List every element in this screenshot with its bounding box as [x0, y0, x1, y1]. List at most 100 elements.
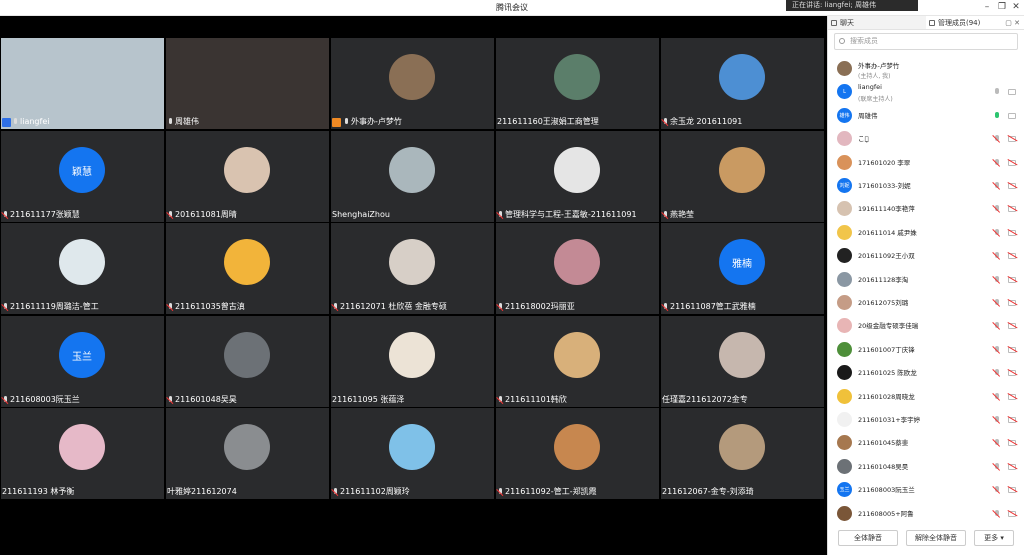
more-button[interactable]: 更多 ▾: [974, 530, 1014, 546]
member-row[interactable]: 201611092王小双: [828, 245, 1024, 268]
member-row[interactable]: 211601025 陈欧龙: [828, 362, 1024, 385]
participant-tile[interactable]: 211612067-金专-刘添琦: [661, 408, 824, 499]
member-row[interactable]: 211601007丁庆锋: [828, 339, 1024, 362]
participant-tile[interactable]: 燕艳莹: [661, 131, 824, 222]
participant-tile[interactable]: 211611193 林予衡: [1, 408, 164, 499]
camera-off-icon[interactable]: [1008, 393, 1016, 400]
mic-muted-icon[interactable]: [994, 252, 1000, 260]
member-row[interactable]: 201611014 戚尹姝: [828, 222, 1024, 245]
camera-icon[interactable]: [1008, 89, 1016, 96]
participant-avatar: [389, 332, 435, 378]
participant-tile[interactable]: 周雄伟: [166, 38, 329, 129]
participant-tile[interactable]: 211611092-管工-郑凯霞: [496, 408, 659, 499]
mic-icon: [343, 117, 350, 127]
mic-muted-icon[interactable]: [994, 345, 1000, 354]
mic-muted-icon: [167, 302, 174, 312]
camera-off-icon[interactable]: [1008, 253, 1016, 260]
mic-muted-icon[interactable]: [994, 299, 1000, 307]
participant-tile[interactable]: 余玉龙 201611091: [661, 38, 824, 129]
member-row[interactable]: 刘妮 171601033-刘妮: [828, 175, 1024, 198]
mic-muted-icon[interactable]: [994, 275, 1000, 284]
participant-tile[interactable]: 211611160王淑娟工商管理: [496, 38, 659, 129]
participant-tile[interactable]: liangfei: [1, 38, 164, 129]
mic-icon[interactable]: [994, 88, 1000, 96]
camera-off-icon[interactable]: [1008, 346, 1016, 353]
camera-off-icon[interactable]: [1008, 510, 1016, 517]
member-row[interactable]: 雄伟 周雄伟: [828, 105, 1024, 128]
member-row[interactable]: 211608005+阿鲁: [828, 503, 1024, 526]
member-row[interactable]: 211601045蔡斐: [828, 432, 1024, 455]
mic-muted-icon[interactable]: [994, 228, 1000, 237]
member-row[interactable]: 201612075刘璐: [828, 292, 1024, 315]
participant-tile[interactable]: ShenghaiZhou: [331, 131, 494, 222]
participant-tile[interactable]: 211618002玛丽亚: [496, 223, 659, 314]
mic-muted-icon[interactable]: [994, 135, 1000, 143]
member-row[interactable]: 211601031+李宇婷: [828, 409, 1024, 432]
member-row[interactable]: 20级金融专硕李佳瑞: [828, 315, 1024, 338]
participant-avatar: [554, 239, 600, 285]
member-row[interactable]: こぐ̥: [828, 128, 1024, 151]
member-avatar: L: [837, 84, 852, 100]
participant-tile[interactable]: 颖慧 211611177张颖慧: [1, 131, 164, 222]
tab-chat[interactable]: 聊天: [828, 16, 926, 29]
participant-tile[interactable]: 211601048吴昊: [166, 316, 329, 407]
member-row[interactable]: 211601048吴昊: [828, 456, 1024, 479]
camera-off-icon[interactable]: [1008, 276, 1016, 283]
mic-muted-icon[interactable]: [994, 322, 1000, 330]
unmute-all-button[interactable]: 解除全体静音: [906, 530, 966, 546]
mic-muted-icon[interactable]: [994, 392, 1000, 401]
participant-tile[interactable]: 211611035曾古滇: [166, 223, 329, 314]
participant-tile[interactable]: 任瑾嘉211612072金专: [661, 316, 824, 407]
member-row[interactable]: 171601020 李翠: [828, 152, 1024, 175]
mute-all-button[interactable]: 全体静音: [838, 530, 898, 546]
member-row[interactable]: 191611140李艳萍: [828, 198, 1024, 221]
camera-off-icon[interactable]: [1008, 229, 1016, 236]
member-row[interactable]: 201611128李淘: [828, 269, 1024, 292]
mic-muted-icon[interactable]: [994, 439, 1000, 447]
participant-tile[interactable]: 211611119周璐洁-管工: [1, 223, 164, 314]
camera-off-icon[interactable]: [1008, 417, 1016, 423]
camera-off-icon[interactable]: [1008, 183, 1016, 189]
participant-tile[interactable]: 外事办-卢梦竹: [331, 38, 494, 129]
mic-muted-icon[interactable]: [994, 462, 1000, 471]
mic-muted-icon[interactable]: [994, 158, 1000, 167]
participant-tile[interactable]: 管理科学与工程-王嘉敏-211611091: [496, 131, 659, 222]
member-row[interactable]: 外事办-卢梦竹 (主持人, 我): [828, 58, 1024, 81]
participant-tile[interactable]: 雅楠 211611087管工武雅楠: [661, 223, 824, 314]
minimize-icon[interactable]: –: [980, 1, 994, 13]
camera-off-icon[interactable]: [1008, 440, 1016, 447]
camera-off-icon[interactable]: [1008, 463, 1016, 470]
member-search-input[interactable]: 搜索成员: [834, 33, 1018, 50]
camera-icon[interactable]: [1008, 112, 1016, 119]
camera-off-icon[interactable]: [1008, 300, 1016, 306]
mic-muted-icon[interactable]: [994, 509, 1000, 518]
participant-tile[interactable]: 211611101韩欣: [496, 316, 659, 407]
mic-icon[interactable]: [994, 111, 1000, 120]
camera-off-icon[interactable]: [1008, 206, 1016, 213]
camera-off-icon[interactable]: [1008, 136, 1016, 143]
mic-muted-icon[interactable]: [994, 205, 1000, 213]
panel-window-controls[interactable]: ▢ ✕: [1005, 16, 1020, 30]
mic-muted-icon[interactable]: [994, 182, 1000, 190]
camera-off-icon[interactable]: [1008, 487, 1016, 494]
camera-off-icon[interactable]: [1008, 323, 1016, 330]
mic-muted-icon[interactable]: [994, 486, 1000, 494]
member-row[interactable]: 211601028周晓龙: [828, 386, 1024, 409]
participant-tile[interactable]: 201611081周晴: [166, 131, 329, 222]
participant-tile[interactable]: 玉兰 211608003阮玉兰: [1, 316, 164, 407]
restore-icon[interactable]: ❐: [995, 1, 1009, 13]
tab-members[interactable]: 管理成员(94) ▢ ✕: [926, 16, 1024, 29]
participant-tile[interactable]: 211611095 张蕴泽: [331, 316, 494, 407]
participant-label: ShenghaiZhou: [332, 209, 390, 221]
mic-muted-icon[interactable]: [994, 369, 1000, 377]
close-icon[interactable]: ✕: [1009, 1, 1023, 13]
participant-tile[interactable]: 211611102周颖玲: [331, 408, 494, 499]
camera-off-icon[interactable]: [1008, 159, 1016, 166]
mic-muted-icon: [332, 487, 339, 497]
participant-tile[interactable]: 211612071 杜欣蓓 金融专硕: [331, 223, 494, 314]
member-row[interactable]: Lliangfei (联席主持人): [828, 81, 1024, 104]
mic-muted-icon[interactable]: [994, 416, 1000, 424]
participant-tile[interactable]: 叶雅婷211612074: [166, 408, 329, 499]
camera-off-icon[interactable]: [1008, 370, 1016, 377]
member-row[interactable]: 玉兰 211608003阮玉兰: [828, 479, 1024, 502]
